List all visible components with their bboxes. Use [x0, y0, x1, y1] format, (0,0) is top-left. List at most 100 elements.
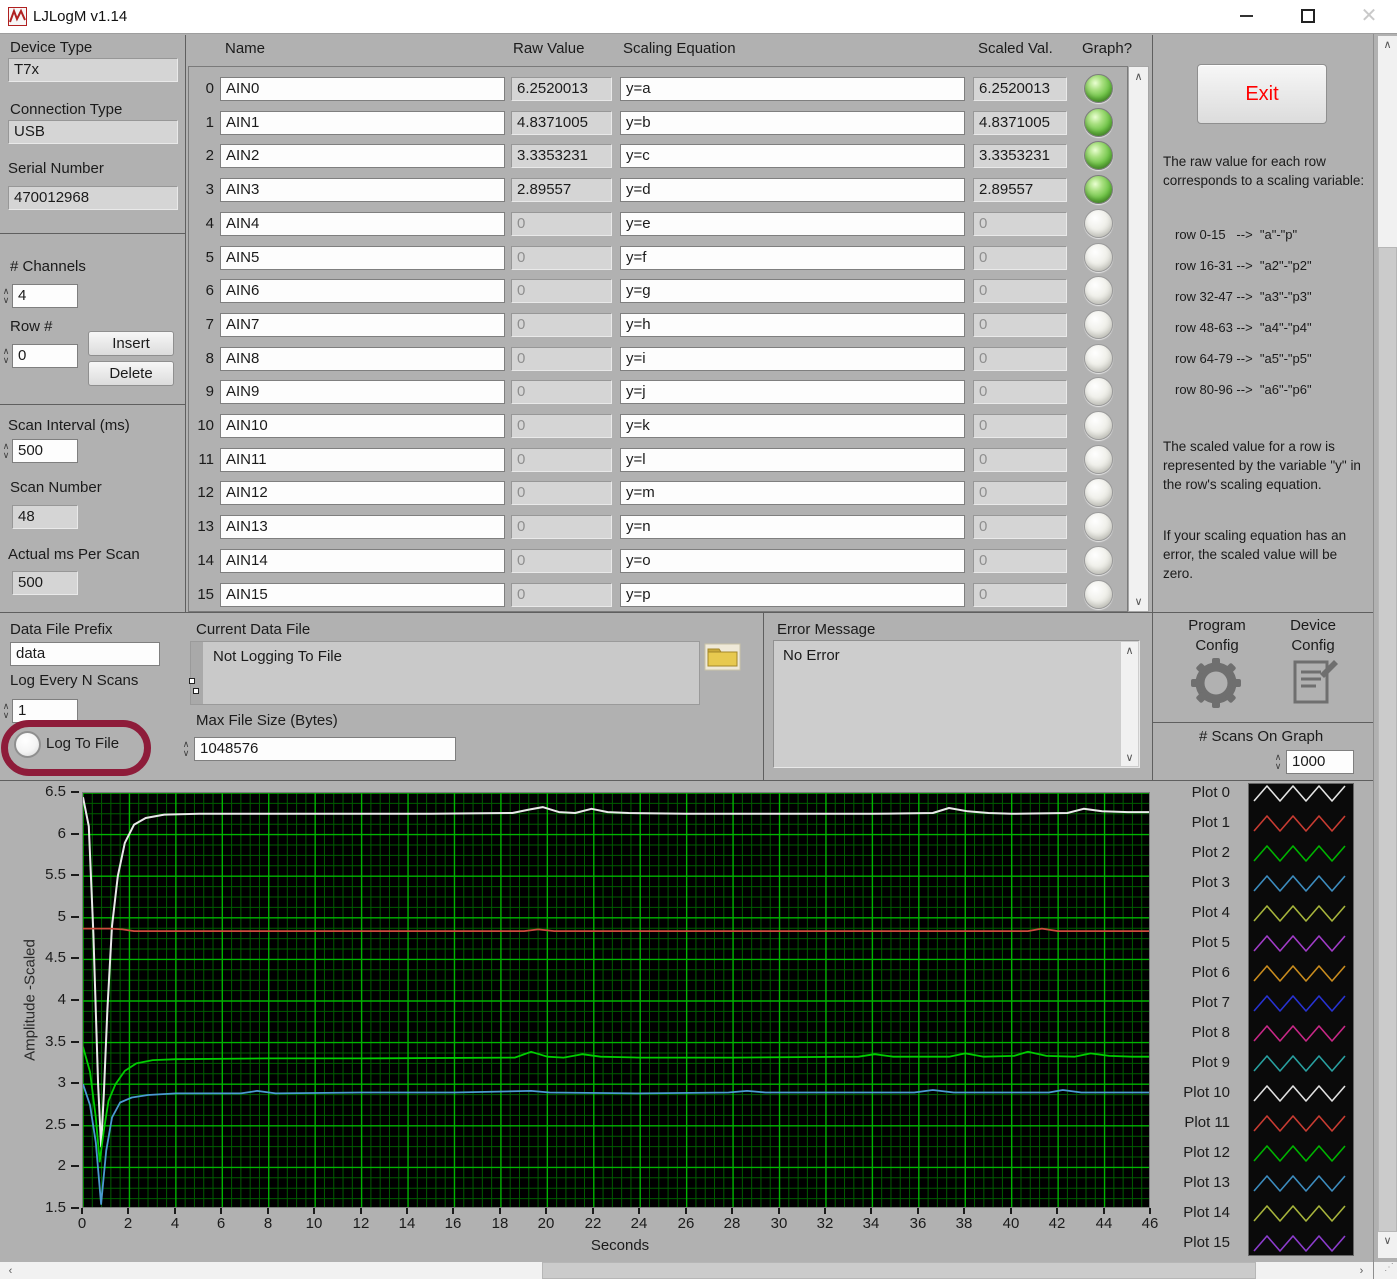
maximize-button[interactable]: [1301, 9, 1315, 23]
hscroll-thumb[interactable]: [542, 1262, 1256, 1279]
log-to-file-toggle[interactable]: [14, 731, 41, 758]
exit-button[interactable]: Exit: [1197, 64, 1327, 124]
channel-name-input[interactable]: AIN0: [220, 77, 505, 101]
log-every-spinner[interactable]: ∧ ∨: [0, 699, 12, 723]
spin-down-icon[interactable]: ∨: [1275, 762, 1282, 771]
scaling-equation-input[interactable]: y=m: [620, 481, 965, 505]
scaling-equation-input[interactable]: y=f: [620, 246, 965, 270]
table-scroll-up-icon[interactable]: ∧: [1129, 67, 1148, 86]
scaling-equation-input[interactable]: y=e: [620, 212, 965, 236]
graph-led[interactable]: [1084, 108, 1113, 137]
error-scroll-down-icon[interactable]: ∨: [1121, 749, 1138, 766]
scan-interval-input[interactable]: 500: [12, 439, 78, 463]
table-scrollbar[interactable]: [1128, 66, 1149, 612]
x-tick-mark: [1149, 1208, 1151, 1214]
scans-on-graph-spinner[interactable]: ∧ ∨: [1272, 750, 1284, 774]
channel-name-input[interactable]: AIN15: [220, 583, 505, 607]
channel-name-input[interactable]: AIN2: [220, 144, 505, 168]
channel-name-input[interactable]: AIN11: [220, 448, 505, 472]
scaling-equation-input[interactable]: y=d: [620, 178, 965, 202]
graph-led[interactable]: [1084, 175, 1113, 204]
legend-swatch-wave: [1253, 1085, 1346, 1102]
spin-down-icon[interactable]: ∨: [3, 296, 10, 305]
insert-button[interactable]: Insert: [88, 331, 174, 356]
x-tick-label: 44: [1095, 1215, 1113, 1232]
scan-interval-spinner[interactable]: ∧ ∨: [0, 439, 12, 463]
scaling-equation-input[interactable]: y=l: [620, 448, 965, 472]
scaling-equation-input[interactable]: y=a: [620, 77, 965, 101]
hscroll-left-icon[interactable]: ‹: [2, 1262, 19, 1279]
program-config-gear-icon[interactable]: [1191, 658, 1241, 708]
graph-led[interactable]: [1084, 243, 1113, 272]
spin-down-icon[interactable]: ∨: [183, 749, 190, 758]
graph-led[interactable]: [1084, 209, 1113, 238]
title-bar: LJLogM v1.14 ✕: [0, 0, 1397, 33]
scaling-equation-input[interactable]: y=j: [620, 380, 965, 404]
plot-legend-box[interactable]: [1248, 783, 1354, 1256]
scaling-equation-input[interactable]: y=g: [620, 279, 965, 303]
channel-name-input[interactable]: AIN3: [220, 178, 505, 202]
titlebar-divider: [0, 33, 1397, 34]
vscroll-up-icon[interactable]: ∧: [1378, 36, 1397, 53]
scaling-equation-input[interactable]: y=i: [620, 347, 965, 371]
graph-led[interactable]: [1084, 580, 1113, 609]
graph-led[interactable]: [1084, 546, 1113, 575]
graph-led[interactable]: [1084, 411, 1113, 440]
spin-down-icon[interactable]: ∨: [3, 711, 10, 720]
scaling-equation-input[interactable]: y=o: [620, 549, 965, 573]
num-channels-input[interactable]: 4: [12, 284, 78, 308]
channel-name-input[interactable]: AIN6: [220, 279, 505, 303]
graph-led[interactable]: [1084, 310, 1113, 339]
num-channels-spinner[interactable]: ∧ ∨: [0, 284, 12, 308]
channel-name-input[interactable]: AIN1: [220, 111, 505, 135]
channel-name-input[interactable]: AIN10: [220, 414, 505, 438]
spin-down-icon[interactable]: ∨: [3, 451, 10, 460]
row-map-line: row 80-96 --> "a6"-"p6": [1175, 382, 1312, 397]
graph-led[interactable]: [1084, 377, 1113, 406]
error-scrollbar[interactable]: [1121, 642, 1138, 766]
max-file-size-spinner[interactable]: ∧ ∨: [180, 737, 192, 761]
graph-led[interactable]: [1084, 344, 1113, 373]
data-file-prefix-input[interactable]: data: [10, 642, 160, 666]
graph-led[interactable]: [1084, 74, 1113, 103]
channel-name-input[interactable]: AIN14: [220, 549, 505, 573]
channel-name-input[interactable]: AIN8: [220, 347, 505, 371]
device-config-doc-icon[interactable]: [1292, 656, 1340, 706]
scaling-equation-input[interactable]: y=n: [620, 515, 965, 539]
scaling-equation-input[interactable]: y=k: [620, 414, 965, 438]
channel-name-input[interactable]: AIN4: [220, 212, 505, 236]
y-tick-label: 2.5: [45, 1116, 66, 1133]
vscroll-thumb[interactable]: [1378, 247, 1397, 1232]
table-scroll-down-icon[interactable]: ∨: [1129, 592, 1148, 611]
graph-led[interactable]: [1084, 478, 1113, 507]
channel-name-input[interactable]: AIN9: [220, 380, 505, 404]
row-number-input[interactable]: 0: [12, 344, 78, 368]
raw-value: 0: [511, 414, 612, 438]
channel-name-input[interactable]: AIN7: [220, 313, 505, 337]
minimize-button[interactable]: [1240, 15, 1253, 17]
browse-folder-icon[interactable]: [704, 643, 741, 671]
waveform-chart[interactable]: [82, 792, 1150, 1208]
scaling-equation-input[interactable]: y=p: [620, 583, 965, 607]
graph-led[interactable]: [1084, 512, 1113, 541]
scans-on-graph-input[interactable]: 1000: [1286, 750, 1354, 774]
row-number-spinner[interactable]: ∧ ∨: [0, 344, 12, 368]
channel-name-input[interactable]: AIN12: [220, 481, 505, 505]
hscroll-right-icon[interactable]: ›: [1352, 1262, 1371, 1279]
spin-down-icon[interactable]: ∨: [3, 356, 10, 365]
graph-led[interactable]: [1084, 276, 1113, 305]
channel-name-input[interactable]: AIN13: [220, 515, 505, 539]
scaling-equation-input[interactable]: y=h: [620, 313, 965, 337]
max-file-size-input[interactable]: 1048576: [194, 737, 456, 761]
file-box-grip[interactable]: [191, 642, 203, 704]
graph-led[interactable]: [1084, 141, 1113, 170]
delete-button[interactable]: Delete: [88, 361, 174, 386]
resize-grip[interactable]: ⋰: [1374, 1262, 1397, 1279]
scaling-equation-input[interactable]: y=c: [620, 144, 965, 168]
channel-name-input[interactable]: AIN5: [220, 246, 505, 270]
error-scroll-up-icon[interactable]: ∧: [1121, 642, 1138, 659]
close-button[interactable]: ✕: [1357, 4, 1381, 28]
vscroll-down-icon[interactable]: ∨: [1378, 1232, 1397, 1249]
graph-led[interactable]: [1084, 445, 1113, 474]
scaling-equation-input[interactable]: y=b: [620, 111, 965, 135]
